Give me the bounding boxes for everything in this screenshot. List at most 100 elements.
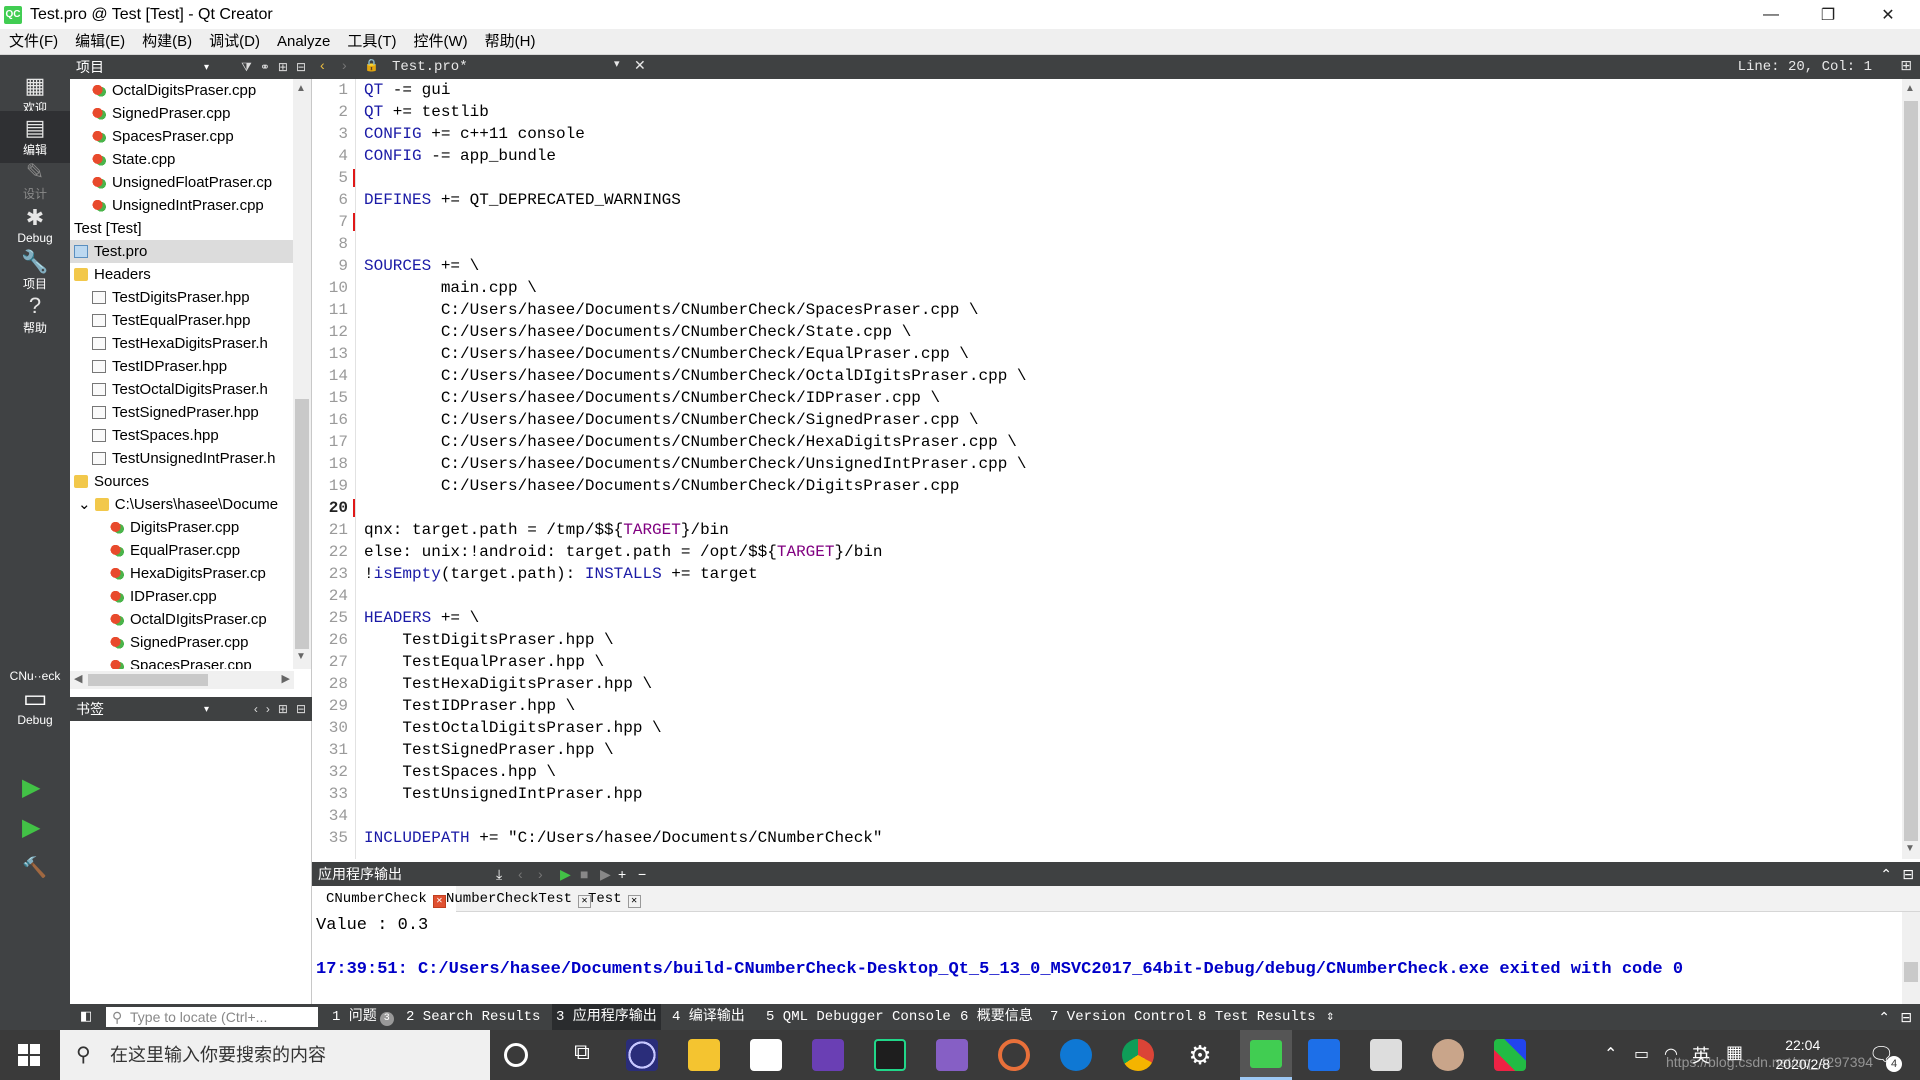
debug-icon[interactable]: ▶ [600,862,611,886]
tree-file[interactable]: TestSpaces.hpp [70,424,294,447]
tree-file[interactable]: OctalDigitsPraser.cpp [70,79,294,102]
tree-file[interactable]: SpacesPraser.cpp [70,125,294,148]
pycharm-icon[interactable] [874,1039,906,1071]
run-icon[interactable]: ▶ [22,773,40,802]
menu-item[interactable]: Analyze [268,29,338,55]
code-line[interactable]: TestSignedPraser.hpp \ [364,739,1900,761]
visual-studio-2-icon[interactable] [936,1039,968,1071]
chevron-down-icon[interactable]: ▾ [204,704,209,715]
avatar[interactable] [1432,1039,1464,1071]
back-icon[interactable]: ‹ [518,862,523,886]
tree-folder[interactable]: Sources [70,470,294,493]
code-line[interactable]: qnx: target.path = /tmp/$${TARGET}/bin [364,519,1900,541]
code-line[interactable]: QT -= gui [364,79,1900,101]
close-pane-icon[interactable]: ⊟ [1902,862,1914,886]
code-line[interactable]: CONFIG += c++11 console [364,123,1900,145]
code-editor[interactable]: QT -= gui QT += testlib CONFIG += c++11 co… [364,79,1900,859]
code-line[interactable]: TestIDPraser.hpp \ [364,695,1900,717]
tree-file[interactable]: UnsignedFloatPraser.cp [70,171,294,194]
pane-button[interactable]: 1 问题 3 [332,1004,394,1030]
scroll-thumb[interactable] [1904,101,1918,841]
task-view-icon[interactable]: ⧉ [566,1039,598,1071]
zoom-out-icon[interactable]: − [638,862,646,886]
scroll-down-icon[interactable]: ▼ [296,651,306,662]
code-line[interactable]: HEADERS += \ [364,607,1900,629]
tree-file[interactable]: OctalDIgitsPraser.cp [70,608,294,631]
minimize-icon[interactable]: — [1743,0,1799,29]
tree-file[interactable]: SpacesPraser.cpp [70,654,294,669]
close-icon[interactable]: ✕ [627,895,641,908]
code-line[interactable]: QT += testlib [364,101,1900,123]
code-line[interactable]: DEFINES += QT_DEPRECATED_WARNINGS [364,189,1900,211]
close-pane-icon[interactable]: ⊟ [1900,1004,1912,1030]
eclipse-icon[interactable] [626,1039,658,1071]
tree-file[interactable]: HexaDigitsPraser.cp [70,562,294,585]
maximize-pane-icon[interactable]: ⌃ [1880,862,1892,886]
tree-file[interactable]: IDPraser.cpp [70,585,294,608]
scroll-thumb[interactable] [295,399,309,649]
code-line[interactable]: TestDigitsPraser.hpp \ [364,629,1900,651]
arrow-up-icon[interactable]: ⌃ [1878,1004,1890,1030]
scroll-down-icon[interactable]: ▼ [1905,843,1915,854]
close-file-icon[interactable]: ✕ [634,57,646,74]
windows-start-icon[interactable] [18,1044,40,1066]
attach-icon[interactable]: ⤓ [496,862,502,886]
code-line[interactable]: C:/Users/hasee/Documents/CNumberCheck/Si… [364,409,1900,431]
filter-icon[interactable]: ⧩ [241,60,252,75]
build-icon[interactable]: 🔨 [22,855,47,880]
tree-file[interactable]: SignedPraser.cpp [70,631,294,654]
scroll-thumb[interactable] [1904,962,1918,982]
tree-folder[interactable]: ⌄ C:\Users\hasee\Docume [70,493,294,516]
code-line[interactable]: TestSpaces.hpp \ [364,761,1900,783]
code-line[interactable]: SOURCES += \ [364,255,1900,277]
menu-item[interactable]: 帮助(H) [476,29,544,55]
link-icon[interactable]: ⚭ [260,60,270,74]
tree-file[interactable]: TestEqualPraser.hpp [70,309,294,332]
tree-file[interactable]: UnsignedIntPraser.cpp [70,194,294,217]
tree-file[interactable]: EqualPraser.cpp [70,539,294,562]
code-line[interactable] [364,805,1900,827]
cortana-icon[interactable] [504,1043,528,1067]
chevron-down-icon[interactable]: ⌄ [78,496,95,513]
tree-file[interactable]: TestDigitsPraser.hpp [70,286,294,309]
qt-creator-taskbar-icon[interactable] [1240,1030,1292,1080]
taskbar-search[interactable]: ⚲ 在这里输入你要搜索的内容 [60,1030,490,1080]
editor-vertical-scrollbar[interactable]: ▲ ▼ [1902,79,1920,859]
back-icon[interactable]: ‹ [320,57,325,73]
code-line[interactable]: INCLUDEPATH += "C:/Users/hasee/Documents… [364,827,1900,849]
open-file-name[interactable]: Test.pro* [392,55,468,79]
scroll-left-icon[interactable]: ◀ [74,672,82,685]
code-line[interactable]: !isEmpty(target.path): INSTALLS += targe… [364,563,1900,585]
menu-item[interactable]: 控件(W) [405,29,476,55]
scroll-up-icon[interactable]: ▲ [1905,83,1915,94]
zoom-in-icon[interactable]: + [618,862,626,886]
restore-icon[interactable]: ❐ [1800,0,1856,29]
chevron-up-icon[interactable]: ⌃ [1604,1044,1617,1064]
tree-file[interactable]: State.cpp [70,148,294,171]
code-line[interactable]: else: unix:!android: target.path = /opt/… [364,541,1900,563]
code-line[interactable] [364,497,1900,519]
close-panel-icon[interactable]: ⊟ [296,60,306,74]
close-panel-icon[interactable]: ⊟ [296,702,306,716]
sidebar-toggle-icon[interactable]: ◧ [80,1008,92,1024]
chevron-down-icon[interactable]: ▾ [204,62,209,73]
code-line[interactable]: C:/Users/hasee/Documents/CNumberCheck/Oc… [364,365,1900,387]
mode-5[interactable]: ? 帮助 [0,289,70,341]
application-output[interactable]: Value : 0.3 17:39:51: C:/Users/hasee/Doc… [312,912,1920,1004]
menu-item[interactable]: 调试(D) [200,29,268,55]
code-line[interactable]: C:/Users/hasee/Documents/CNumberCheck/Sp… [364,299,1900,321]
tree-file[interactable]: DigitsPraser.cpp [70,516,294,539]
scroll-thumb[interactable] [88,674,208,686]
edge-icon[interactable] [1060,1039,1092,1071]
tree-vertical-scrollbar[interactable]: ▲ ▼ [293,79,311,669]
tree-file[interactable]: Test.pro [70,240,294,263]
split-icon[interactable]: ⊞ [1900,57,1912,74]
mode-2[interactable]: ✎ 设计 [0,155,70,207]
split-icon[interactable]: ⊞ [278,702,288,716]
tree-horizontal-scrollbar[interactable]: ◀ ▶ [70,671,294,689]
menu-item[interactable]: 构建(B) [133,29,200,55]
tree-file[interactable]: TestIDPraser.hpp [70,355,294,378]
pane-button[interactable]: 7 Version Control [1050,1004,1193,1030]
code-line[interactable]: C:/Users/hasee/Documents/CNumberCheck/Un… [364,453,1900,475]
code-line[interactable] [364,211,1900,233]
